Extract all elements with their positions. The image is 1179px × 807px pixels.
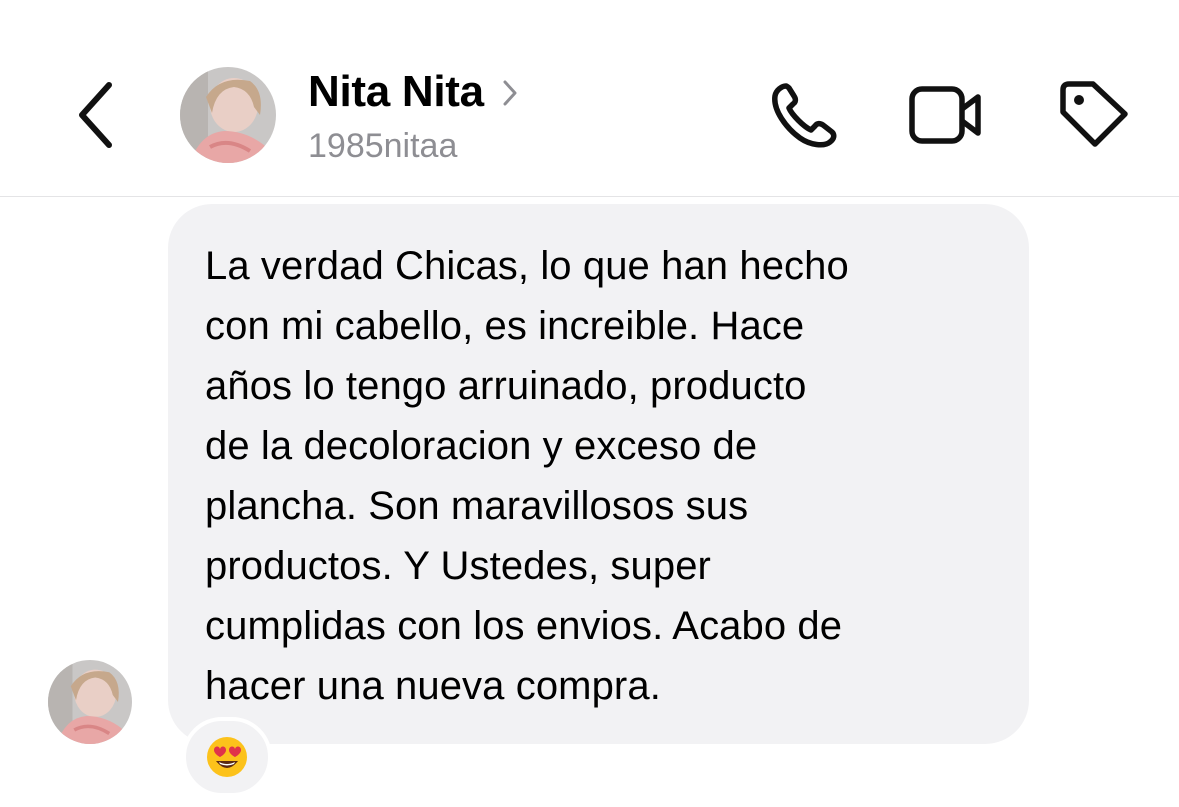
chat-header: Nita Nita 1985nitaa [0,0,1179,197]
call-button[interactable] [766,80,842,150]
profile-photo [48,660,132,744]
message-reaction[interactable] [182,717,272,797]
phone-icon [772,83,837,148]
message-text: La verdad Chicas, lo que han hecho con m… [205,244,849,708]
chevron-right-icon [502,79,518,107]
heart-eyes-emoji [207,737,247,777]
back-button[interactable] [62,72,130,158]
contact-username: 1985nitaa [308,127,458,165]
chevron-left-icon [79,82,112,148]
contact-name: Nita Nita [308,67,484,116]
profile-name-link[interactable]: Nita Nita [308,64,518,120]
profile-photo [180,67,276,163]
label-button[interactable] [1054,80,1130,150]
profile-avatar[interactable] [180,67,276,163]
sender-avatar[interactable] [48,660,132,744]
video-camera-icon [909,86,981,144]
message-bubble[interactable]: La verdad Chicas, lo que han hecho con m… [168,204,1029,744]
video-call-button[interactable] [908,80,984,150]
tag-icon [1060,81,1128,147]
chat-title: Nita Nita 1985nitaa [308,64,518,166]
